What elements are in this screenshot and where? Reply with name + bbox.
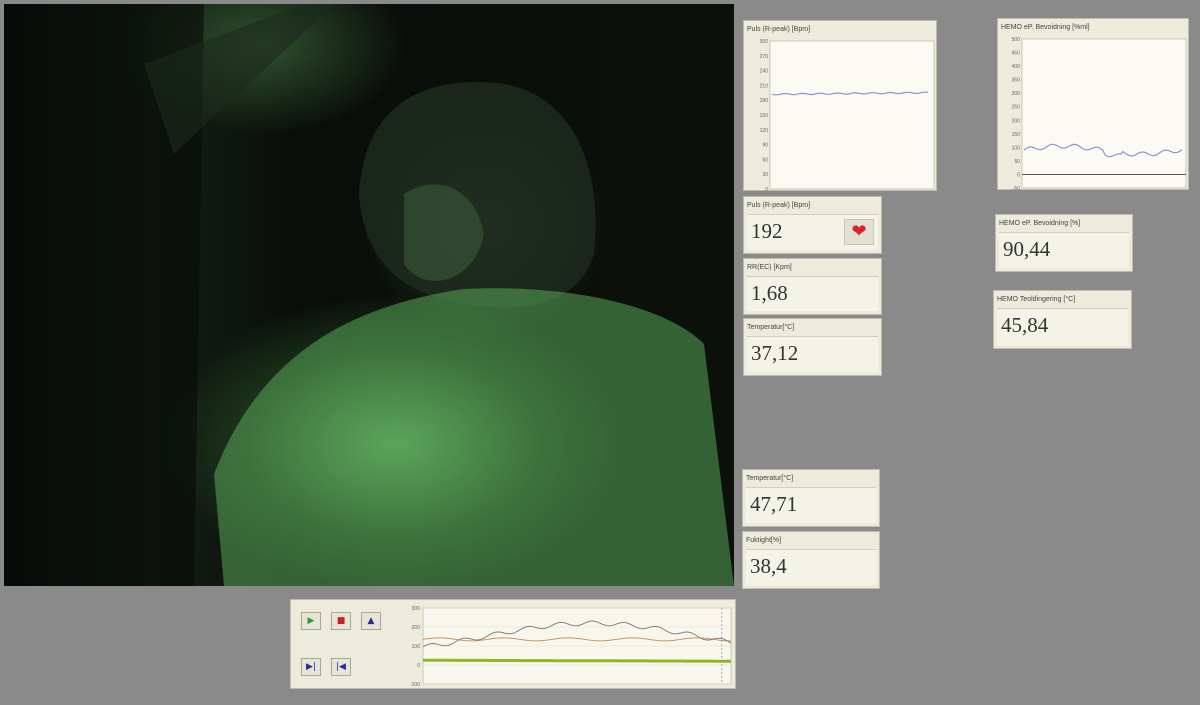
timeline-ytick: 200 — [412, 625, 421, 631]
blood-chart-ytick: 400 — [1012, 64, 1021, 70]
humidity-value: 38,4 — [750, 554, 787, 578]
temperature-value-1: 37,12 — [751, 341, 799, 365]
timeline-chart[interactable]: 300 200 100 0 -100 — [291, 600, 737, 690]
timeline-ytick: -100 — [410, 682, 420, 688]
temperature-caption-1: Temperatur[°C] — [747, 324, 795, 331]
temperature-caption-2: Temperatur[°C] — [746, 475, 794, 482]
video-feed — [4, 4, 734, 586]
pulse-caption: Puls (R-peak) [Bpm] — [747, 202, 811, 209]
humidity-caption: Fuktight[%] — [746, 537, 782, 544]
pulse-chart-ytick: 180 — [760, 98, 769, 104]
playback-panel: ▶ ■ ▲ ▶| |◀ 300 200 100 0 -100 — [290, 599, 736, 689]
blood-chart-ytick: 150 — [1012, 132, 1021, 138]
timeline-ytick: 100 — [412, 644, 421, 650]
blood-chart-ytick: 300 — [1012, 91, 1021, 97]
blood-chart-ytick: 350 — [1012, 78, 1021, 84]
humidity-panel: Fuktight[%] 38,4 — [742, 531, 880, 589]
pulse-value: 192 — [751, 219, 783, 243]
pulse-chart-ytick: 270 — [760, 54, 769, 60]
temperature-panel-1: Temperatur[°C] 37,12 — [743, 318, 882, 376]
blood-percent-value: 90,44 — [1003, 237, 1051, 261]
pulse-chart-ytick: 0 — [765, 187, 768, 192]
blood-chart: 500450400350300250200150100500-50 — [1012, 37, 1187, 191]
pulse-chart-ytick: 120 — [760, 128, 769, 134]
blood-percent-panel: HEMO eP. Bevoidning [%] 90,44 — [995, 214, 1133, 272]
blood-chart-ytick: 0 — [1017, 172, 1020, 178]
blood-chart-ytick: 500 — [1012, 37, 1021, 43]
pulse-panel: Puls (R-peak) [Bpm] 192 ❤ — [743, 196, 882, 254]
temperature-value-2: 47,71 — [750, 492, 798, 516]
pulse-chart-ytick: 300 — [760, 39, 769, 45]
pulse-chart-ytick: 240 — [760, 69, 769, 75]
heart-icon[interactable]: ❤ — [844, 219, 874, 245]
pulse-chart-ytick: 90 — [762, 143, 768, 149]
night-vision-scene — [4, 4, 734, 586]
pulse-chart-ytick: 30 — [762, 172, 768, 178]
timeline-green-trace — [423, 658, 731, 663]
rr-value: 1,68 — [751, 281, 788, 305]
pulse-chart: 3002702402101801501209060300 — [760, 39, 935, 192]
blood-percent-caption: HEMO eP. Bevoidning [%] — [999, 220, 1081, 227]
pulse-chart-ytick: 150 — [760, 113, 769, 119]
blood-temperature-value: 45,84 — [1001, 313, 1049, 337]
blood-chart-ytick: 200 — [1012, 118, 1021, 124]
pulse-chart-panel: Puls (R-peak) [Bpm] 300 270 240 210 180 150 12… — [743, 20, 937, 192]
blood-chart-ytick: 50 — [1014, 159, 1020, 165]
blood-temperature-panel: HEMO Teoldingering [°C] 45,84 — [993, 290, 1132, 349]
blood-chart-ytick: 450 — [1012, 51, 1021, 57]
pulse-chart-plot-area — [769, 40, 935, 190]
pulse-chart-ytick: 60 — [762, 157, 768, 163]
pulse-chart-ytick: 210 — [760, 83, 769, 89]
blood-chart-plot-area — [1021, 38, 1187, 189]
blood-chart-ytick: -50 — [1013, 186, 1020, 191]
blood-chart-ytick: 100 — [1012, 145, 1021, 151]
blood-chart-panel: HEMO eP. Bevoidning [%ml] 500 450 400 350 30… — [997, 18, 1189, 191]
blood-chart-ytick: 250 — [1012, 105, 1021, 111]
timeline-ytick: 0 — [417, 663, 420, 669]
rr-panel: RR(EC) [Kpm] 1,68 — [743, 258, 882, 315]
rr-caption: RR(EC) [Kpm] — [747, 264, 792, 271]
temperature-panel-2: Temperatur[°C] 47,71 — [742, 469, 880, 527]
blood-temperature-caption: HEMO Teoldingering [°C] — [997, 296, 1076, 303]
timeline-ytick: 300 — [412, 606, 421, 612]
